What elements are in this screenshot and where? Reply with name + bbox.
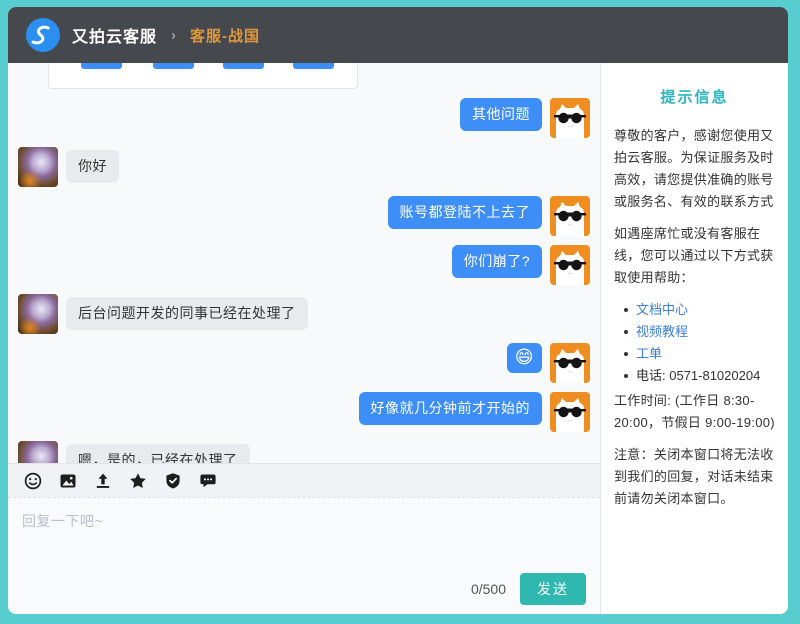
quick-reply-button[interactable] [293,63,334,69]
help-list-item: 电话: 0571-81020204 [622,365,775,387]
composer: 0/500 发送 [8,497,600,614]
quick-reply-card [48,63,358,89]
message-bubble: 好像就几分钟前才开始的 [359,392,543,425]
agent-name: 客服-战国 [190,25,260,46]
user-avatar [550,343,590,383]
help-links-list: 文档中心视频教程工单电话: 0571-81020204 [622,299,775,387]
emoji-icon[interactable] [22,470,44,492]
tips-sidebar: 提示信息 尊敬的客户，感谢您使用又拍云客服。为保证服务及时高效，请您提供准确的账… [600,63,788,614]
user-avatar [550,392,590,432]
agent-avatar [18,147,58,187]
help-link[interactable]: 工单 [636,346,662,361]
sidebar-paragraph: 尊敬的客户，感谢您使用又拍云客服。为保证服务及时高效，请您提供准确的账号或服务名… [614,125,775,213]
message-row: 其他问题 [8,98,600,138]
message-bubble: 你好 [66,150,119,183]
send-button[interactable]: 发送 [520,573,586,605]
message-bubble: 其他问题 [460,98,542,131]
image-icon[interactable] [57,470,79,492]
help-link[interactable]: 视频教程 [636,324,688,339]
composer-toolbar [8,463,600,497]
message-row: 你们崩了? [8,245,600,285]
message-bubble: 😄 [507,343,542,373]
sidebar-title: 提示信息 [614,85,775,111]
message-bubble: 后台问题开发的同事已经在处理了 [66,297,308,330]
message-list: 其他问题你好账号都登陆不上去了你们崩了? 后台问题开发的同事已经在处理了 😄 好像就几… [8,63,600,463]
titlebar: 又拍云客服 › 客服-战国 [8,7,788,63]
message-bubble: 你们崩了? [452,245,542,278]
message-row: 😄 [8,343,600,383]
char-counter: 0/500 [471,581,506,597]
composer-footer: 0/500 发送 [8,572,600,614]
help-link[interactable]: 文档中心 [636,302,688,317]
message-row: 账号都登陆不上去了 [8,196,600,236]
main-area: 其他问题你好账号都登陆不上去了你们崩了? 后台问题开发的同事已经在处理了 😄 好像就几… [8,63,788,614]
message-row: 嗯，是的，已经在处理了 [8,441,600,463]
user-avatar [550,245,590,285]
user-avatar [550,98,590,138]
star-icon[interactable] [127,470,149,492]
phone-number: 电话: 0571-81020204 [636,368,760,383]
quick-reply-button[interactable] [223,63,264,69]
help-list-item: 视频教程 [622,321,775,343]
message-row: 好像就几分钟前才开始的 [8,392,600,432]
message-bubble: 账号都登陆不上去了 [388,196,543,229]
agent-avatar [18,294,58,334]
sidebar-paragraph: 如遇座席忙或没有客服在线，您可以通过以下方式获取使用帮助： [614,223,775,289]
quick-reply-button[interactable] [81,63,122,69]
message-bubble: 嗯，是的，已经在处理了 [66,444,250,463]
message-row: 后台问题开发的同事已经在处理了 [8,294,600,334]
upload-icon[interactable] [92,470,114,492]
sidebar-note: 注意：关闭本窗口将无法收到我们的回复，对话未结束前请勿关闭本窗口。 [614,444,775,510]
messages-container: 其他问题你好账号都登陆不上去了你们崩了? 后台问题开发的同事已经在处理了 😄 好像就几… [8,98,600,463]
chevron-right-icon: › [171,27,176,44]
chat-column: 其他问题你好账号都登陆不上去了你们崩了? 后台问题开发的同事已经在处理了 😄 好像就几… [8,63,600,614]
comment-icon[interactable] [197,470,219,492]
brand-title: 又拍云客服 [72,23,157,47]
chat-window: 又拍云客服 › 客服-战国 其他问题你好账号都登陆不上去了你们崩了? 后台问题开发… [8,7,788,614]
help-list-item: 工单 [622,343,775,365]
shield-check-icon[interactable] [162,470,184,492]
upyun-logo-icon [26,18,60,52]
user-avatar [550,196,590,236]
quick-reply-button[interactable] [153,63,194,69]
help-list-item: 文档中心 [622,299,775,321]
message-row: 你好 [8,147,600,187]
reply-input[interactable] [8,498,600,572]
agent-avatar [18,441,58,463]
work-hours: 工作时间: (工作日 8:30-20:00，节假日 9:00-19:00) [614,390,775,434]
